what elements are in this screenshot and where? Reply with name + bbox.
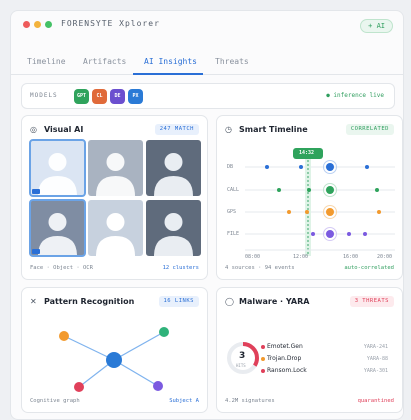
threat-rule: YARA-301 xyxy=(363,368,388,374)
threat-name[interactable]: Trojan.Drop xyxy=(267,355,301,362)
event-point xyxy=(277,188,281,192)
threat-severity-dot xyxy=(261,345,265,349)
clusters-link[interactable]: 12 clusters xyxy=(163,265,199,271)
match-badge: 247 MATCH xyxy=(154,124,199,135)
visual-ai-card[interactable]: ◎ Visual AI 247 MATCH Face · Object · OC… xyxy=(21,115,208,280)
event-point xyxy=(326,163,334,171)
timeline-tick: 12:00 xyxy=(293,254,309,260)
threat-name[interactable]: Emotet.Gen xyxy=(267,343,303,350)
models-label: MODELS xyxy=(30,92,58,99)
tab-artifacts[interactable]: Artifacts xyxy=(83,57,126,66)
threat-name[interactable]: Ransom.Lock xyxy=(267,367,307,374)
subject-link[interactable]: Subject A xyxy=(169,398,199,404)
threat-severity-dot xyxy=(261,369,265,373)
person-icon xyxy=(38,213,77,256)
inference-status: ● inference live xyxy=(326,92,384,99)
app-title: FORENSYTE Xplorer xyxy=(61,19,160,28)
pattern-recognition-card[interactable]: ✕ Pattern Recognition 16 LINKS Cognitive… xyxy=(21,287,208,413)
active-tab-indicator xyxy=(133,73,203,75)
timeline-tick: 08:00 xyxy=(245,254,261,260)
person-icon xyxy=(154,213,193,256)
model-chip-px[interactable]: PX xyxy=(128,89,143,104)
face-tile[interactable] xyxy=(146,140,201,196)
event-point xyxy=(287,210,291,214)
graph-node xyxy=(153,381,163,391)
models-bar: MODELS GPT CL DE PX ● inference live xyxy=(21,83,395,109)
face-tile[interactable] xyxy=(88,140,143,196)
timeline-tick: 16:00 xyxy=(343,254,359,260)
title-bar: FORENSYTE Xplorer + AI xyxy=(11,11,403,41)
model-chip-gpt[interactable]: GPT xyxy=(74,89,89,104)
event-point xyxy=(347,232,351,236)
graph-node-center xyxy=(106,352,122,368)
event-point xyxy=(326,186,334,194)
event-point xyxy=(365,165,369,169)
timeline-row-label: DB xyxy=(227,164,234,170)
minimize-window-button[interactable] xyxy=(34,21,41,28)
face-tile[interactable] xyxy=(29,199,86,257)
face-tile[interactable] xyxy=(29,139,86,197)
graph-node xyxy=(159,327,169,337)
timeline-row-label: GPS xyxy=(227,209,237,215)
threat-rule: YARA-241 xyxy=(363,344,388,350)
event-point xyxy=(299,165,303,169)
person-icon xyxy=(154,153,193,196)
ai-add-button[interactable]: + AI xyxy=(360,19,393,33)
app-window: FORENSYTE Xplorer + AI Timeline Artifact… xyxy=(10,10,404,420)
signatures-footer: 4.2M signatures xyxy=(225,398,275,404)
event-point xyxy=(311,232,315,236)
person-icon xyxy=(38,153,77,196)
timeline-footer: 4 sources · 94 events xyxy=(225,265,295,271)
cognitive-graph xyxy=(59,327,169,392)
event-point xyxy=(363,232,367,236)
visual-ai-footer: Face · Object · OCR xyxy=(30,265,93,271)
maximize-window-button[interactable] xyxy=(45,21,52,28)
pattern-footer: Cognitive graph xyxy=(30,398,80,404)
model-chip-cl[interactable]: CL xyxy=(92,89,107,104)
event-point xyxy=(305,210,309,214)
target-icon: ◎ xyxy=(30,125,37,134)
selected-tag xyxy=(32,249,40,254)
graph-node xyxy=(74,382,84,392)
tab-threats[interactable]: Threats xyxy=(215,57,249,66)
event-point xyxy=(307,188,311,192)
person-icon xyxy=(96,213,135,256)
hits-label: HITS xyxy=(236,363,246,368)
smart-timeline-card[interactable]: ◷ Smart Timeline CORRELATED 14:32 DB CAL… xyxy=(216,115,403,280)
threat-rule: YARA-88 xyxy=(366,356,388,362)
quarantined-status: quarantined xyxy=(357,398,394,404)
hits-count: 3 xyxy=(239,351,246,361)
timeline-row-label: FILE xyxy=(227,231,240,237)
malware-yara-card[interactable]: ◯ Malware · YARA 3 THREATS 3 HITS Emotet… xyxy=(216,287,403,413)
event-point xyxy=(375,188,379,192)
close-window-button[interactable] xyxy=(23,21,30,28)
event-point xyxy=(377,210,381,214)
visual-ai-title: Visual AI xyxy=(44,125,84,134)
event-point xyxy=(265,165,269,169)
graph-node xyxy=(59,331,69,341)
face-tile[interactable] xyxy=(146,200,201,256)
timeline-row-label: CALL xyxy=(227,187,240,193)
timeline-tick: 20:00 xyxy=(377,254,393,260)
event-point xyxy=(326,230,334,238)
threat-severity-dot xyxy=(261,357,265,361)
person-icon xyxy=(96,153,135,196)
tab-ai-insights[interactable]: AI Insights xyxy=(144,57,197,66)
tab-timeline[interactable]: Timeline xyxy=(27,57,66,66)
tab-bar: Timeline Artifacts AI Insights Threats xyxy=(11,51,403,75)
model-chip-de[interactable]: DE xyxy=(110,89,125,104)
event-point xyxy=(326,208,334,216)
selected-tag xyxy=(32,189,40,194)
face-tile[interactable] xyxy=(88,200,143,256)
auto-correlated-status: auto-correlated xyxy=(344,265,394,271)
time-marker-label: 14:32 xyxy=(299,150,315,156)
